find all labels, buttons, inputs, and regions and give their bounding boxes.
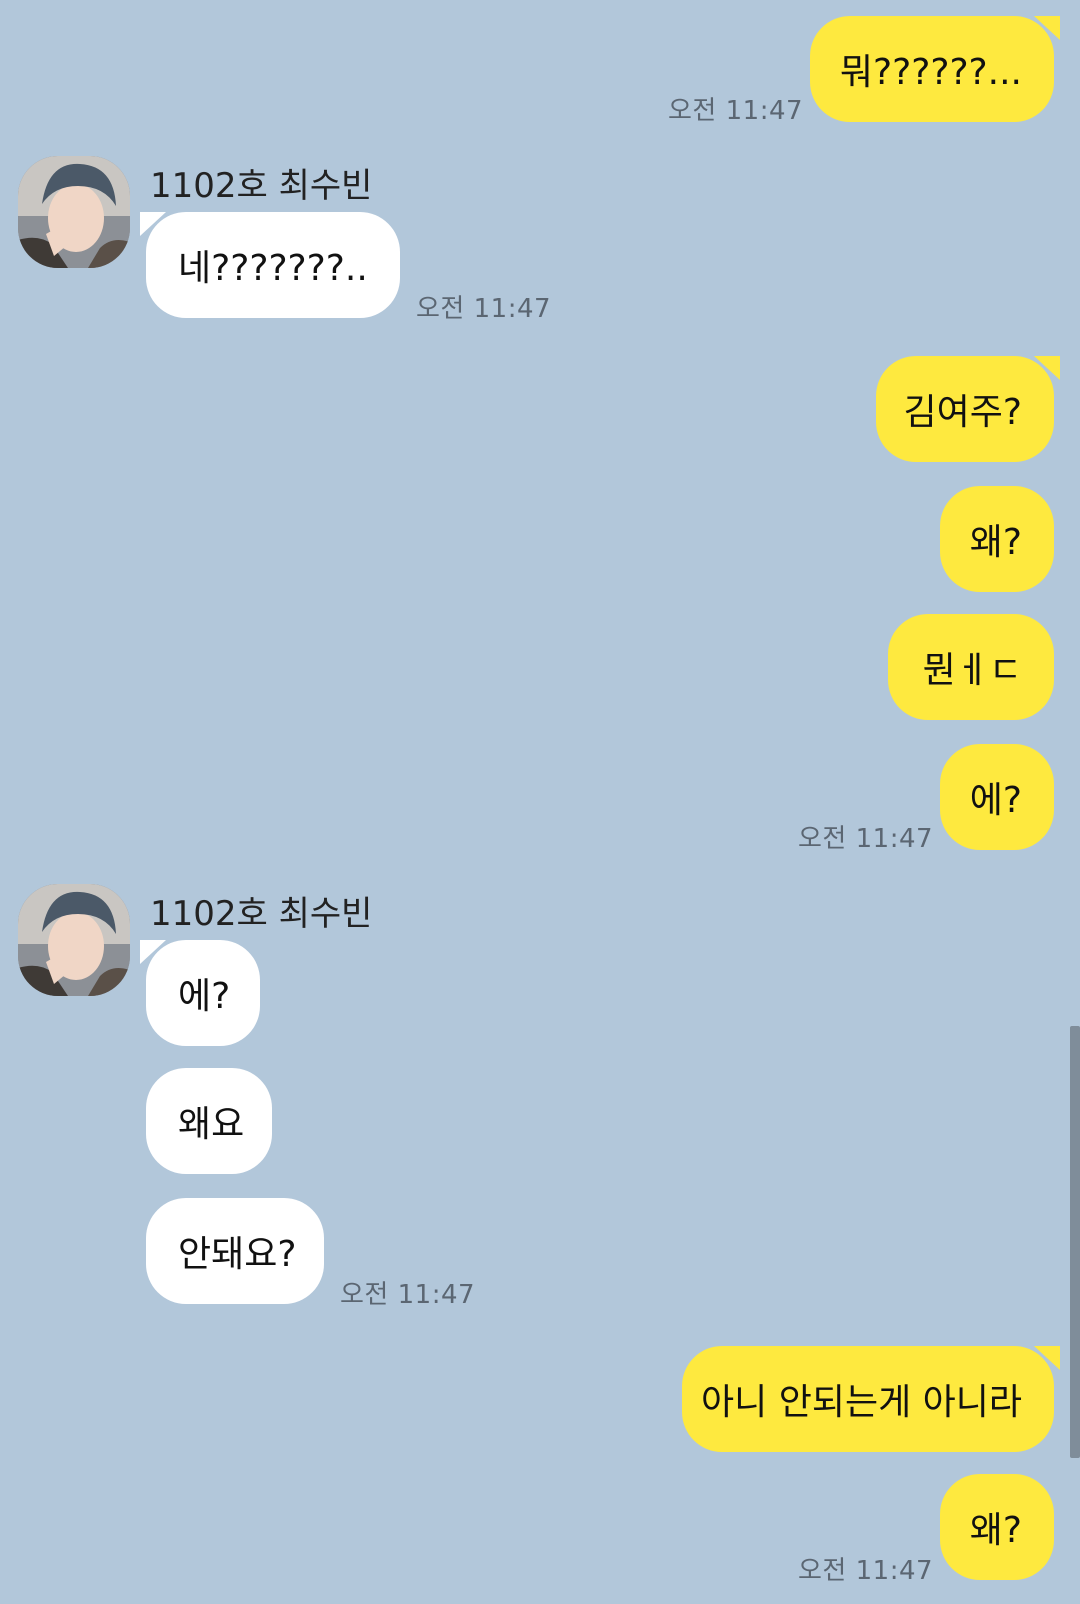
message-bubble-received[interactable]: 왜요 <box>146 1068 272 1174</box>
message-timestamp: 오전 11:47 <box>340 1280 476 1310</box>
message-bubble-sent[interactable]: 에? <box>940 744 1054 850</box>
message-text: 에? <box>178 976 231 1017</box>
message-text: 에? <box>969 780 1022 821</box>
avatar[interactable] <box>18 156 130 268</box>
message-text: 김여주? <box>903 392 1022 433</box>
message-bubble-sent[interactable]: 아니 안되는게 아니라 <box>682 1346 1060 1452</box>
message-text: 뭔ㅔㄷ <box>922 650 1022 691</box>
message-timestamp: 오전 11:47 <box>798 824 934 854</box>
message-timestamp: 오전 11:47 <box>798 1556 934 1586</box>
message-text: 왜? <box>969 522 1022 563</box>
message-bubble-received[interactable]: 에? <box>140 940 260 1046</box>
message-bubble-received[interactable]: 안돼요? <box>146 1198 324 1304</box>
message-bubble-sent[interactable]: 김여주? <box>876 356 1060 462</box>
message-text: 뭐??????... <box>839 52 1022 93</box>
message-text: 아니 안되는게 아니라 <box>701 1382 1022 1423</box>
message-timestamp: 오전 11:47 <box>668 96 804 126</box>
message-timestamp: 오전 11:47 <box>416 294 552 324</box>
message-bubble-sent[interactable]: 왜? <box>940 486 1054 592</box>
message-text: 왜요 <box>178 1104 245 1145</box>
scrollbar[interactable] <box>1070 1026 1080 1458</box>
avatar[interactable] <box>18 884 130 996</box>
chat-message-list[interactable]: 뭐??????... 오전 11:47 1102호 최수빈 네???????..… <box>0 0 1080 1604</box>
message-text: 네???????.. <box>178 248 368 289</box>
sender-name[interactable]: 1102호 최수빈 <box>150 158 372 207</box>
message-bubble-sent[interactable]: 왜? <box>940 1474 1054 1580</box>
message-bubble-received[interactable]: 네???????.. <box>140 212 400 318</box>
sender-name[interactable]: 1102호 최수빈 <box>150 886 372 935</box>
message-text: 왜? <box>969 1510 1022 1551</box>
message-bubble-sent[interactable]: 뭔ㅔㄷ <box>888 614 1054 720</box>
message-text: 안돼요? <box>178 1234 297 1275</box>
message-bubble-sent[interactable]: 뭐??????... <box>810 16 1060 122</box>
